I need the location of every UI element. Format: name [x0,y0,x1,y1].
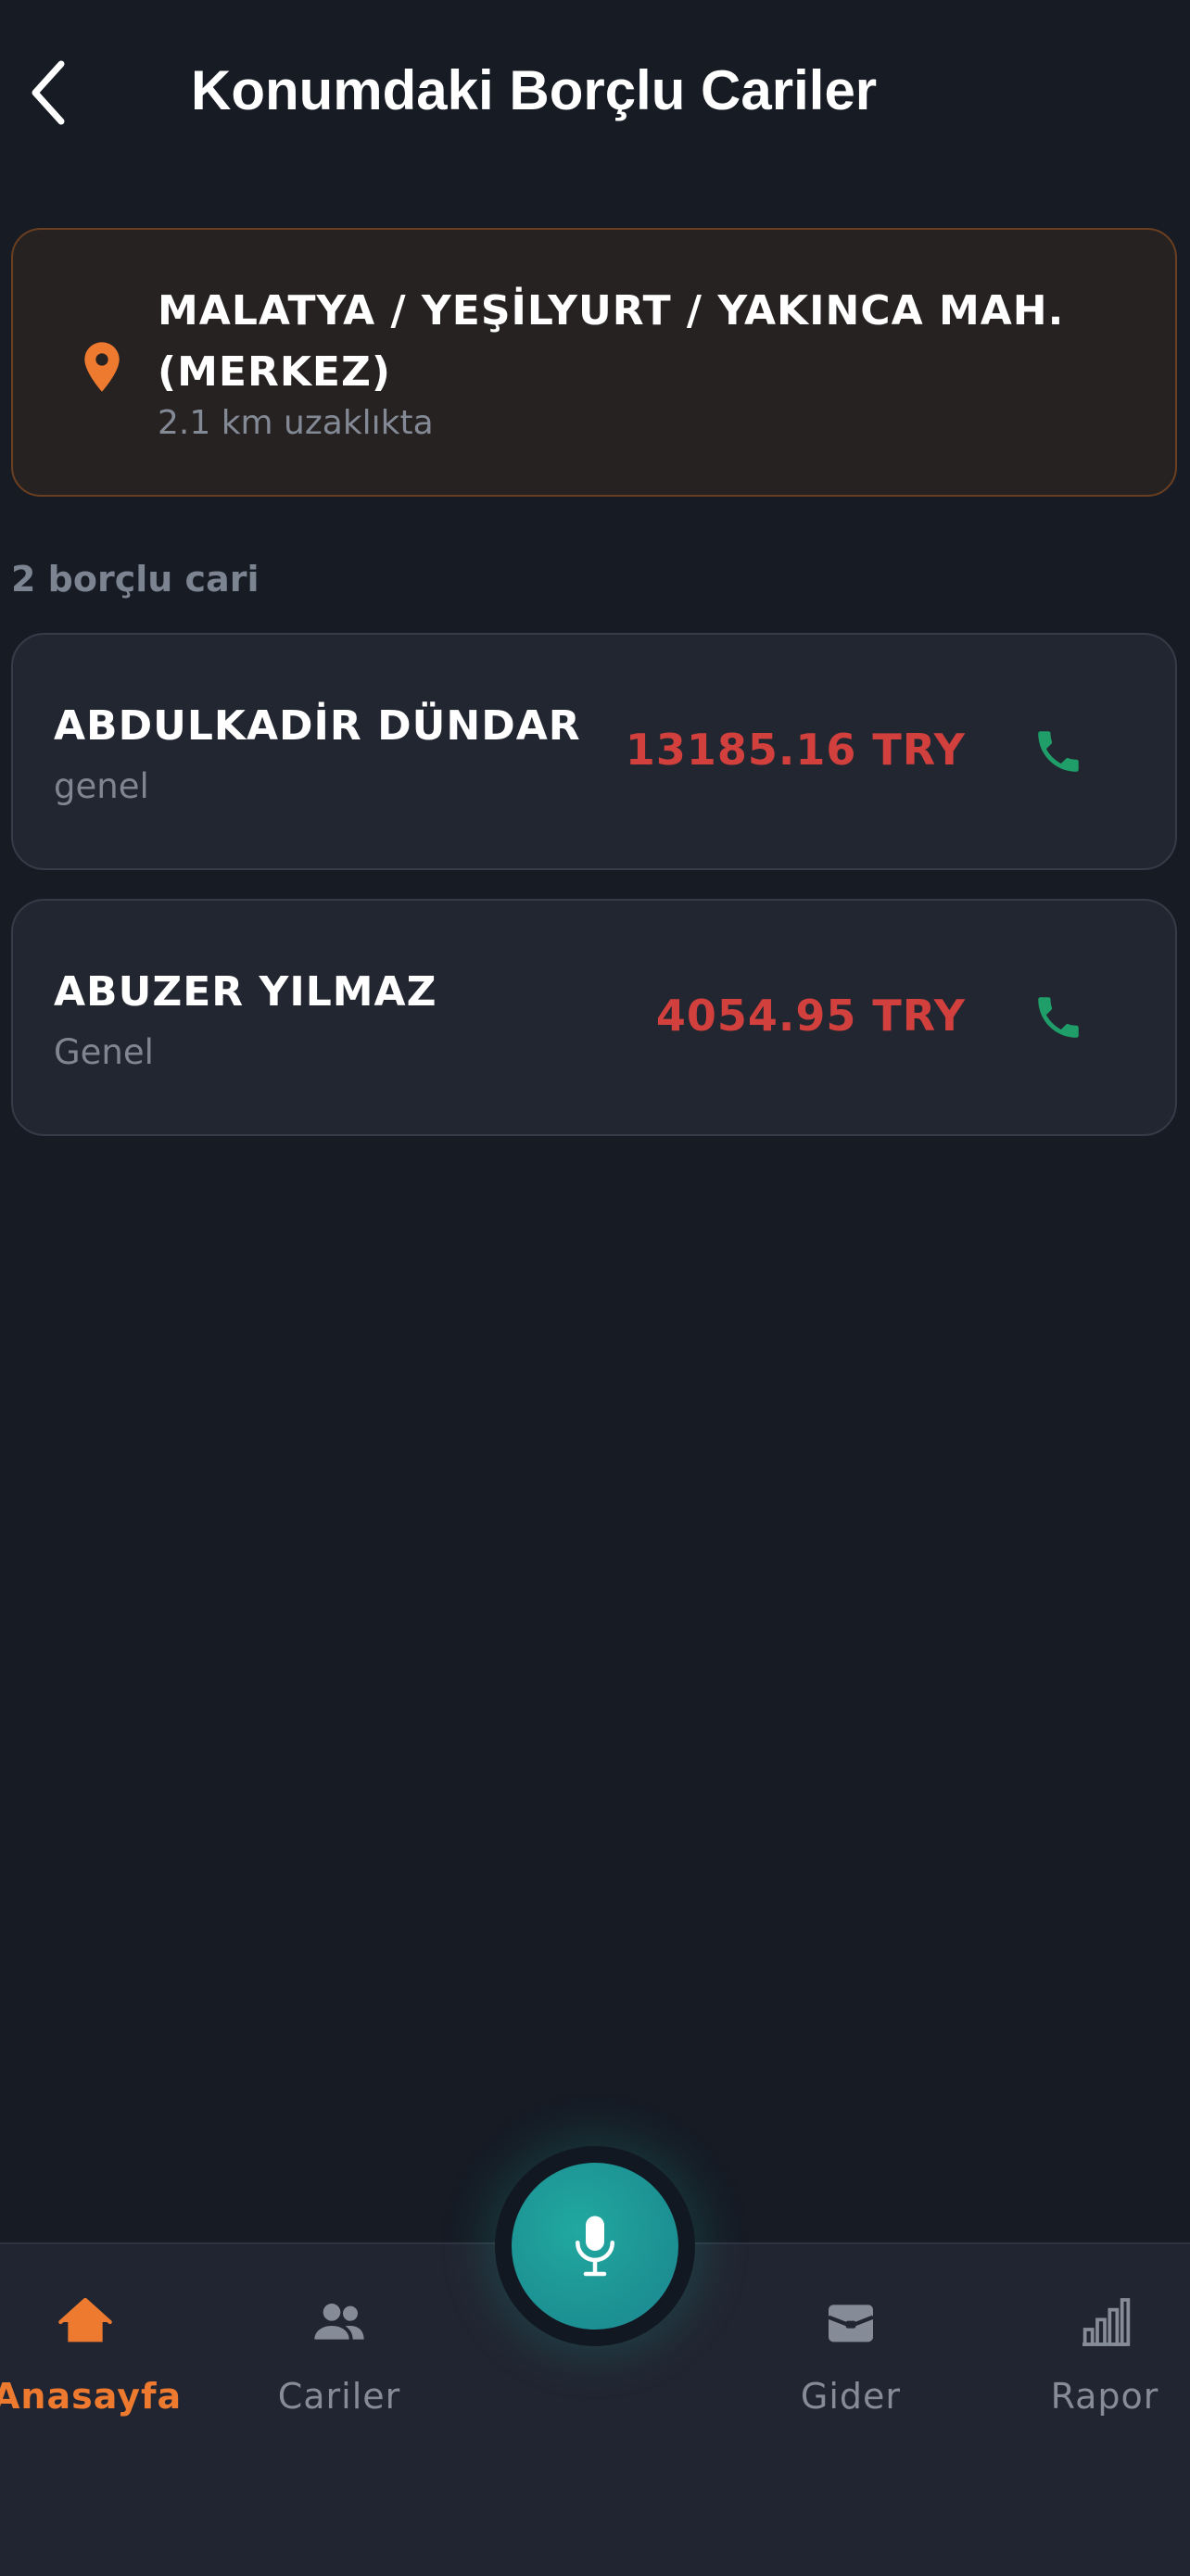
call-button[interactable] [1023,982,1094,1053]
nav-label: Gider [800,2376,902,2417]
back-button[interactable] [20,51,76,134]
debtor-count-label: 2 borçlu cari [11,559,260,600]
debtor-card[interactable]: ABUZER YILMAZ Genel 4054.95 TRY [11,899,1177,1136]
map-pin-icon [84,342,120,392]
nav-item-gider[interactable]: Gider [758,2292,943,2422]
phone-icon [1038,997,1079,1038]
call-button[interactable] [1023,716,1094,787]
page-title: Konumdaki Borçlu Cariler [191,59,878,121]
wallet-icon [828,2305,874,2342]
nav-label: Rapor [1050,2376,1159,2417]
chevron-left-icon [32,60,65,125]
bar-chart-icon [1082,2298,1131,2346]
nav-item-rapor[interactable]: Rapor [1012,2292,1190,2422]
phone-icon [1038,731,1079,772]
location-distance: 2.1 km uzaklıkta [158,404,434,442]
microphone-icon [576,2216,614,2277]
voice-button-ring [495,2146,695,2346]
nav-item-cariler[interactable]: Cariler [247,2292,432,2422]
debtor-name: ABDULKADİR DÜNDAR [54,702,581,750]
nav-label: Cariler [277,2376,401,2417]
debtor-group: Genel [54,1032,154,1072]
debtor-card[interactable]: ABDULKADİR DÜNDAR genel 13185.16 TRY [11,633,1177,870]
debtor-group: genel [54,766,149,806]
debtor-amount: 4054.95 TRY [655,991,966,1041]
nav-item-anasayfa[interactable]: Anasayfa [0,2292,183,2422]
location-title: MALATYA / YEŞİLYURT / YAKINCA MAH. (MERK… [158,287,1065,396]
users-icon [314,2304,364,2340]
debtor-name: ABUZER YILMAZ [54,968,437,1016]
nav-label: Anasayfa [0,2376,183,2417]
location-card: MALATYA / YEŞİLYURT / YAKINCA MAH. (MERK… [11,228,1177,497]
home-icon [58,2297,112,2342]
debtor-amount: 13185.16 TRY [625,725,966,775]
app-header: Konumdaki Borçlu Cariler [0,0,1190,185]
voice-button[interactable] [512,2163,678,2330]
